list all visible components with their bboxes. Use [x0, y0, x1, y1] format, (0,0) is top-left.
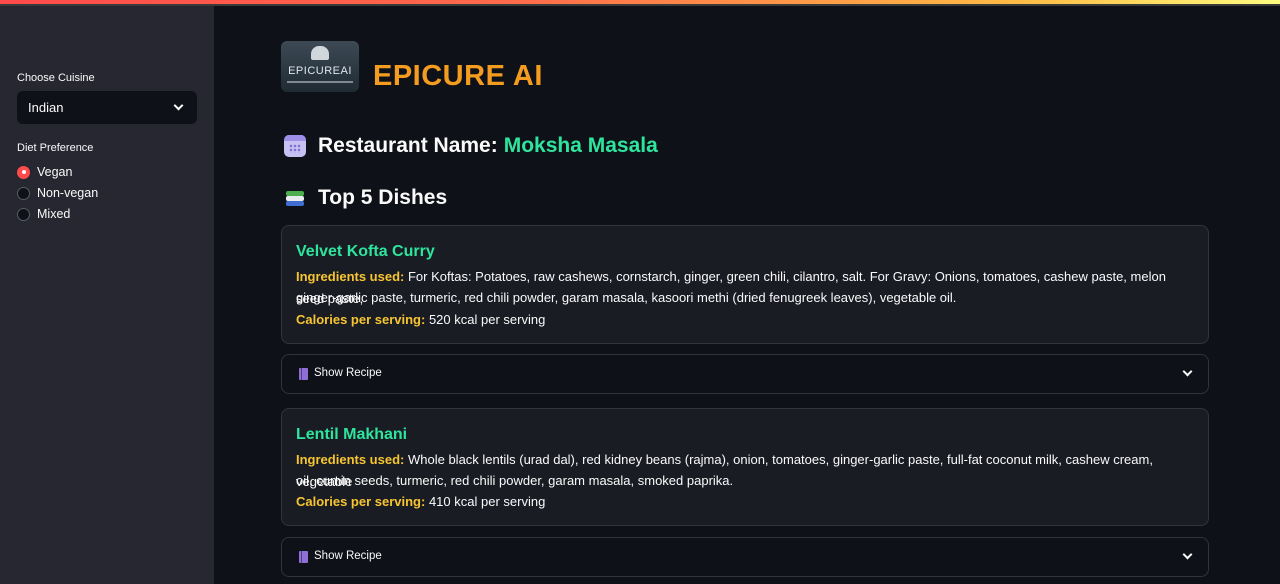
- dish-name: Lentil Makhani: [296, 426, 408, 443]
- restaurant-heading: Restaurant Name: Moksha Masala: [284, 134, 658, 158]
- calendar-icon: [284, 135, 306, 157]
- restaurant-label: Restaurant Name:: [318, 134, 498, 157]
- calories-key: Calories per serving:: [296, 494, 426, 509]
- dish-card: Velvet Kofta Curry Ingredients used: For…: [281, 225, 1209, 344]
- chevron-down-icon: [1182, 366, 1193, 377]
- books-icon: [284, 187, 306, 209]
- app-logo: EPICUREAI: [281, 41, 359, 92]
- radio-vegan[interactable]: Vegan: [17, 164, 72, 180]
- ingredients-key: Ingredients used:: [296, 269, 405, 284]
- dish-calories: Calories per serving: 410 kcal per servi…: [296, 491, 1196, 513]
- radio-label: Non-vegan: [37, 186, 99, 200]
- chevron-down-icon: [1182, 549, 1193, 560]
- show-recipe-label: Show Recipe: [314, 367, 382, 379]
- show-recipe-expander[interactable]: Show Recipe: [281, 354, 1209, 394]
- logo-tagline-bar: [287, 81, 353, 83]
- dish-name: Velvet Kofta Curry: [296, 243, 435, 260]
- calories-value: 410 kcal per serving: [428, 494, 546, 509]
- ingredients-text-line2: oil, cumin seeds, turmeric, red chili po…: [296, 473, 734, 488]
- radio-label: Mixed: [37, 207, 71, 221]
- sidebar: Choose Cuisine Indian Diet Preference Ve…: [0, 6, 214, 584]
- notebook-icon: [299, 368, 308, 380]
- show-recipe-label: Show Recipe: [314, 550, 382, 562]
- dish-card: Lentil Makhani Ingredients used: Whole b…: [281, 408, 1209, 526]
- dish-calories: Calories per serving: 520 kcal per servi…: [296, 309, 1196, 331]
- cuisine-select-value: Indian: [28, 100, 64, 115]
- notebook-icon: [299, 551, 308, 563]
- dishes-heading: Top 5 Dishes: [284, 186, 447, 210]
- cuisine-select[interactable]: Indian: [17, 91, 197, 124]
- radio-label: Vegan: [37, 165, 73, 179]
- ingredients-key: Ingredients used:: [296, 452, 405, 467]
- show-recipe-expander[interactable]: Show Recipe: [281, 537, 1209, 577]
- calories-value: 520 kcal per serving: [428, 312, 546, 327]
- ingredients-text-line2: ginger-garlic paste, turmeric, red chili…: [296, 290, 957, 305]
- radio-selected-icon: [17, 165, 30, 179]
- diet-label: Diet Preference: [17, 142, 94, 154]
- chef-hat-icon: [311, 46, 329, 60]
- radio-mixed[interactable]: Mixed: [17, 206, 70, 222]
- radio-non-vegan[interactable]: Non-vegan: [17, 185, 98, 201]
- calories-key: Calories per serving:: [296, 312, 426, 327]
- chevron-down-icon: [173, 100, 184, 111]
- cuisine-label: Choose Cuisine: [17, 72, 95, 84]
- restaurant-name: Moksha Masala: [503, 134, 658, 157]
- radio-unselected-icon: [17, 207, 30, 221]
- logo-text: EPICUREAI: [288, 65, 352, 77]
- app-title: EPICURE AI: [373, 60, 543, 92]
- dishes-heading-text: Top 5 Dishes: [318, 186, 448, 209]
- radio-unselected-icon: [17, 186, 30, 200]
